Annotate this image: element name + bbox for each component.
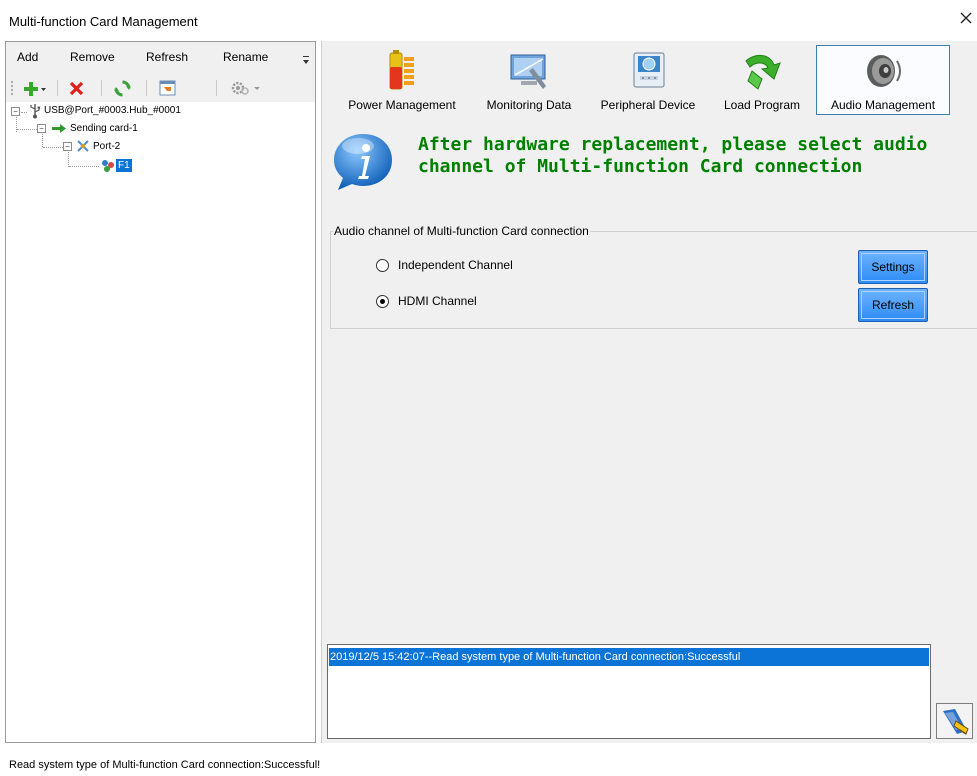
tree-item-card[interactable]: F1 (116, 159, 132, 172)
left-toolbar (6, 72, 315, 102)
multifunction-card-icon (102, 160, 114, 172)
menu-rename[interactable]: Rename (223, 50, 268, 64)
settings-button[interactable]: Settings (858, 250, 928, 284)
remove-icon[interactable] (69, 81, 84, 96)
camera-device-icon (633, 52, 665, 88)
grip-icon (11, 81, 13, 95)
status-bar: Read system type of Multi-function Card … (0, 745, 977, 776)
tab-peripheral-device[interactable]: Peripheral Device (588, 45, 708, 115)
left-menubar: Add Remove Refresh Rename (6, 42, 315, 72)
tab-monitoring-data[interactable]: Monitoring Data (475, 45, 583, 115)
tab-label: Load Program (723, 98, 801, 112)
port-icon (77, 140, 89, 152)
monitor-icon (510, 54, 546, 89)
instruction-heading: After hardware replacement, please selec… (418, 134, 928, 177)
collapse-sending-card-icon[interactable]: − (37, 124, 46, 133)
tab-label: Audio Management (830, 98, 936, 112)
refresh-icon[interactable] (114, 80, 131, 97)
refresh-button-label: Refresh (871, 298, 915, 312)
refresh-button[interactable]: Refresh (858, 288, 928, 322)
menu-add[interactable]: Add (17, 50, 38, 64)
tab-load-program[interactable]: Load Program (713, 45, 811, 115)
log-entry[interactable]: 2019/12/5 15:42:07--Read system type of … (329, 648, 929, 666)
device-tree: − USB@Port_#0003.Hub_#0001 − Sending car… (6, 102, 315, 742)
independent-channel-radio[interactable] (376, 259, 389, 272)
tab-label: Power Management (348, 98, 456, 112)
rename-icon[interactable] (159, 80, 176, 96)
settings-button-label: Settings (871, 260, 915, 274)
tree-item-port[interactable]: Port-2 (93, 141, 120, 152)
sending-card-arrow-icon (52, 124, 66, 133)
brush-clear-icon (943, 709, 969, 735)
tab-power-management[interactable]: Power Management (335, 45, 469, 115)
tab-label: Monitoring Data (486, 98, 572, 112)
gear-icon[interactable] (231, 80, 261, 96)
tree-item-usb-port[interactable]: USB@Port_#0003.Hub_#0001 (44, 105, 181, 116)
collapse-port-icon[interactable]: − (63, 142, 72, 151)
menu-refresh[interactable]: Refresh (146, 50, 188, 64)
device-tree-panel: Add Remove Refresh Rename − USB@Port_#00… (5, 41, 316, 743)
title-bar: Multi-function Card Management (0, 0, 977, 40)
info-icon (334, 134, 392, 190)
log-list[interactable]: 2019/12/5 15:42:07--Read system type of … (327, 644, 931, 739)
hdmi-channel-label[interactable]: HDMI Channel (398, 294, 477, 308)
status-text: Read system type of Multi-function Card … (9, 759, 321, 771)
tab-label: Peripheral Device (600, 98, 696, 112)
tree-item-sending-card[interactable]: Sending card-1 (70, 123, 138, 134)
group-title: Audio channel of Multi-function Card con… (333, 224, 590, 238)
close-icon[interactable] (959, 11, 973, 25)
main-panel: Power Management Monitoring Data Periphe (321, 41, 977, 743)
window-title: Multi-function Card Management (9, 14, 198, 29)
overflow-chevron-icon[interactable] (303, 56, 309, 66)
independent-channel-label[interactable]: Independent Channel (398, 258, 513, 272)
battery-icon (389, 50, 414, 90)
speaker-icon (867, 55, 901, 87)
collapse-root-icon[interactable]: − (11, 107, 20, 116)
green-arrow-icon (745, 55, 781, 90)
usb-icon (30, 104, 40, 119)
function-tabs: Power Management Monitoring Data Periphe (322, 41, 977, 117)
hdmi-channel-radio[interactable] (376, 295, 389, 308)
add-icon[interactable] (23, 81, 47, 97)
menu-remove[interactable]: Remove (70, 50, 115, 64)
clear-log-button[interactable] (936, 703, 973, 739)
tab-audio-management[interactable]: Audio Management (816, 45, 950, 115)
